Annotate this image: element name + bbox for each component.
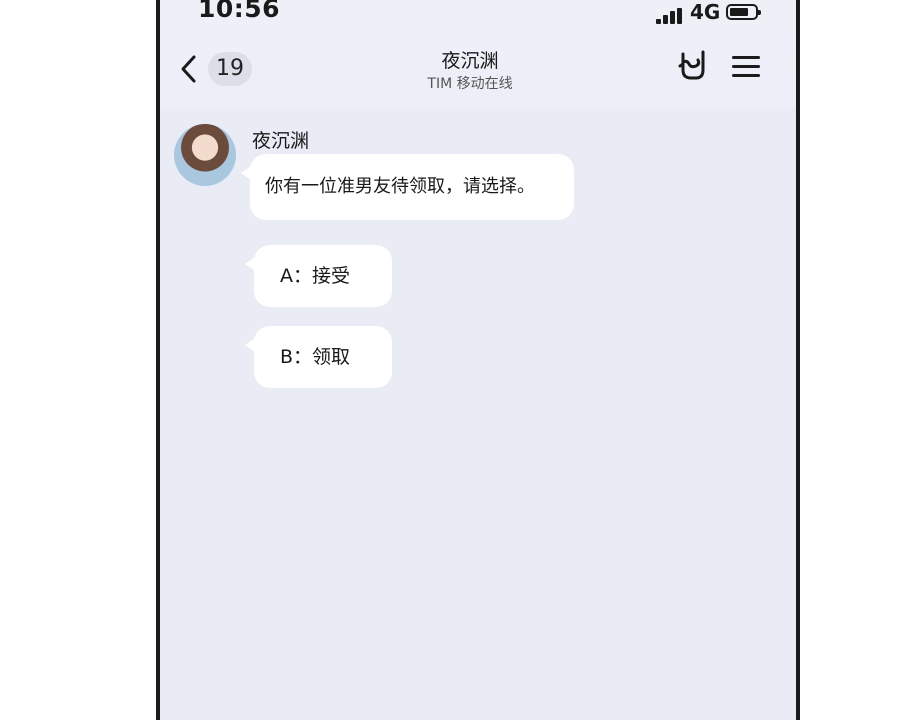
- option-a-label: A：接受: [280, 265, 350, 287]
- battery-icon: [726, 4, 761, 20]
- rock-hand-icon[interactable]: [676, 48, 708, 82]
- menu-icon[interactable]: [732, 54, 762, 80]
- bubble-tail: [241, 166, 251, 180]
- bubble-tail: [245, 257, 255, 271]
- signal-icon: [656, 8, 686, 24]
- option-b-bubble[interactable]: B：领取: [245, 326, 392, 388]
- option-b-label: B：领取: [280, 346, 351, 368]
- status-time: 10:56: [198, 0, 281, 23]
- avatar[interactable]: [174, 124, 236, 186]
- top-bar: 10:56 4G 19 夜沉渊 TIM 移动在线: [160, 0, 796, 108]
- message-text: 你有一位准男友待领取，请选择。: [265, 176, 535, 197]
- phone-screen: 10:56 4G 19 夜沉渊 TIM 移动在线 夜沉渊 你有一位准男友待领取，…: [156, 0, 800, 720]
- network-label: 4G: [690, 0, 721, 24]
- option-a-bubble[interactable]: A：接受: [245, 245, 392, 307]
- bubble-tail: [245, 338, 255, 352]
- sender-name: 夜沉渊: [252, 130, 310, 152]
- message-bubble: 你有一位准男友待领取，请选择。: [241, 154, 574, 220]
